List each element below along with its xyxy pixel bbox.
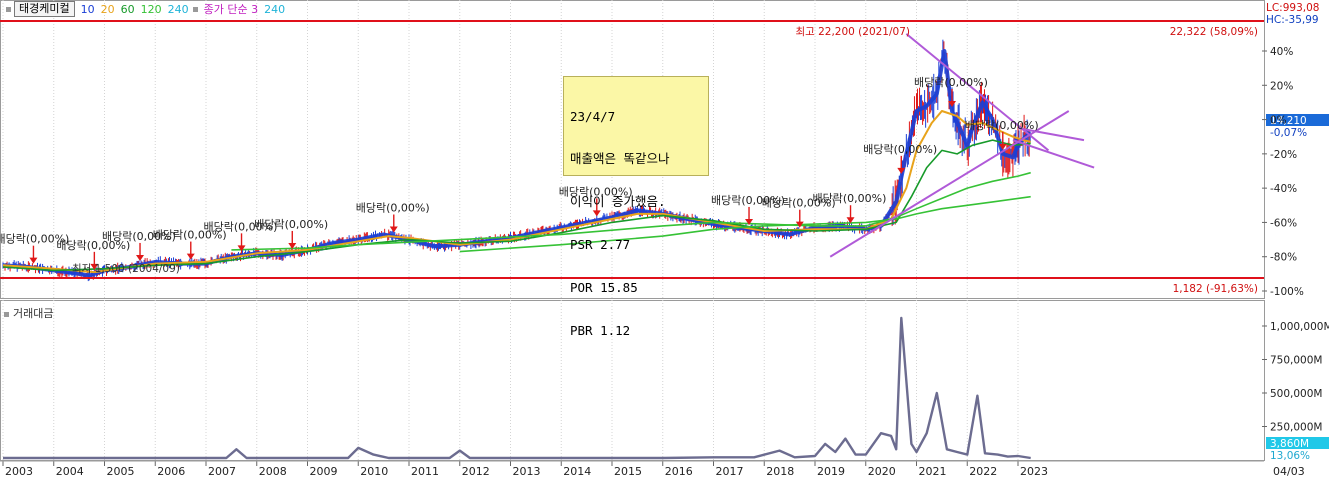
volume-tick-label: 1,000,000M [1270, 321, 1329, 333]
legend: 태경케미컬 10 20 60 120 240 종가 단순 3 240 [2, 1, 285, 17]
year-label: 2004 [56, 465, 84, 478]
year-label: 2013 [513, 465, 541, 478]
pct-tick-label: -100% [1270, 286, 1304, 298]
lc-label: LC:993,08 [1266, 2, 1319, 14]
year-label: 2011 [411, 465, 439, 478]
year-label: 2005 [107, 465, 135, 478]
year-label: 2015 [614, 465, 642, 478]
dividend-arrowhead [136, 254, 145, 261]
year-label: 2016 [665, 465, 693, 478]
last-date: 04/03 [1273, 465, 1305, 478]
memo-line: PSR 2.77 [570, 237, 631, 253]
year-label: 2007 [208, 465, 236, 478]
current-volume: 3,860M [1270, 438, 1309, 450]
volume-axis: 1,000,000M 750,000M 500,000M 250,000M [1262, 321, 1329, 434]
dividend-arrowhead [186, 253, 195, 260]
year-label: 2014 [563, 465, 591, 478]
pct-tick-label: 0% [1270, 115, 1287, 127]
year-label: 2020 [868, 465, 896, 478]
memo-line: POR 15.85 [570, 280, 638, 296]
year-label: 2017 [716, 465, 744, 478]
low-line-label: 1,182 (-91,63%) [1173, 283, 1258, 295]
memo-note[interactable]: 23/4/7 매출액은 똑같으나 이익이 증가했음. PSR 2.77 POR … [563, 76, 709, 338]
low-note: 최저 1,500 (2004/09) [72, 263, 180, 275]
year-label: 2003 [5, 465, 33, 478]
volume-line [3, 316, 1031, 460]
memo-line: PBR 1.12 [570, 323, 631, 339]
year-label: 2006 [157, 465, 185, 478]
volume-tick-label: 500,000M [1270, 388, 1322, 400]
pct-tick-label: 40% [1270, 46, 1293, 58]
high-note: 최고 22,200 (2021/07) [795, 26, 910, 38]
hc-label: HC:-35,99 [1266, 14, 1319, 26]
memo-line: 매출액은 똑같으나 [570, 151, 670, 167]
ma-line-60 [2, 139, 1031, 272]
dividend-label: 배당락(0,00%) [356, 201, 430, 214]
pct-tick-label: -40% [1270, 183, 1297, 195]
year-label: 2022 [969, 465, 997, 478]
pct-tick-label: -60% [1270, 217, 1297, 229]
dividend-label: 배당락(0,00%) [965, 119, 1039, 132]
pct-axis: 40% 20% 0% -20% -40% -60% -80% -100% [1262, 46, 1304, 298]
legend-square-icon [6, 6, 11, 12]
volume-tick-label: 250,000M [1270, 422, 1322, 434]
ma-240: 240 [167, 2, 189, 16]
dividend-label: 배당락(0,00%) [863, 143, 937, 156]
ma-60: 60 [120, 2, 135, 16]
pct-tick-label: -20% [1270, 149, 1297, 161]
dividend-label: 배당락(0,00%) [254, 218, 328, 231]
chart-marks: 배당락(0,00%) 배당락(0,00%) 배당락(0,00%) 배당락(0,00%)… [0, 33, 1095, 460]
current-volume-pct: 13,06% [1270, 450, 1310, 462]
year-label: 2010 [360, 465, 388, 478]
year-label: 2021 [919, 465, 947, 478]
volume-square-icon [4, 311, 9, 317]
ma-20: 20 [100, 2, 115, 16]
pct-tick-label: -80% [1270, 252, 1297, 264]
year-label: 2018 [766, 465, 794, 478]
volume-title: 거래대금 [4, 305, 53, 321]
volume-title-text: 거래대금 [13, 307, 54, 320]
year-label: 2019 [817, 465, 845, 478]
vol-ma-label: 종가 단순 3 [203, 3, 259, 16]
year-label: 2008 [259, 465, 287, 478]
dividend-arrowhead [29, 257, 38, 264]
dividend-label: 배당락(0,00%) [813, 192, 887, 205]
legend-square-icon [192, 6, 198, 12]
ma-120: 120 [140, 2, 162, 16]
memo-line: 23/4/7 [570, 108, 616, 124]
high-line-label: 22,322 (58,09%) [1170, 26, 1258, 38]
x-axis: 2003 2004 2005 2006 2007 2008 2009 2010 2011 2012… [0, 460, 1264, 478]
year-label: 2023 [1020, 465, 1048, 478]
year-label: 2012 [462, 465, 490, 478]
stock-name-button[interactable]: 태경케미컬 [14, 1, 75, 17]
year-label: 2009 [310, 465, 338, 478]
ma-10: 10 [80, 2, 95, 16]
dividend-label: 배당락(0,00%) [914, 76, 988, 89]
volume-tick-label: 750,000M [1270, 355, 1322, 367]
memo-line: 이익이 증가했음. [570, 194, 666, 210]
vol-ma-period: 240 [264, 2, 286, 16]
current-pct: -0,07% [1270, 127, 1307, 139]
pct-tick-label: 20% [1270, 80, 1293, 92]
chart-window: 배당락(0,00%) 배당락(0,00%) 배당락(0,00%) 배당락(0,00%)… [0, 0, 1329, 482]
